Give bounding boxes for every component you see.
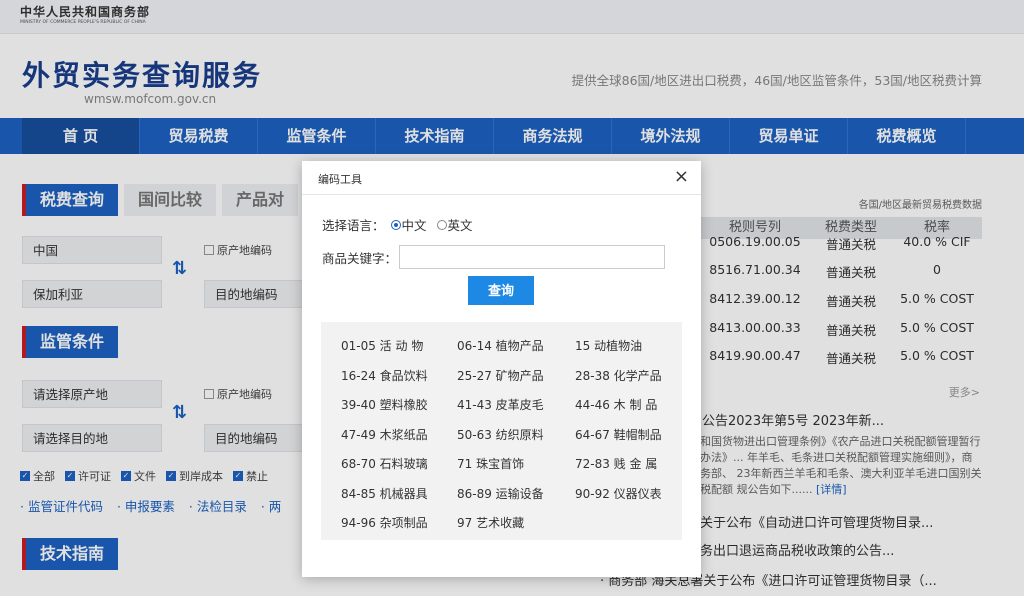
keyword-row: 商品关键字： [322, 245, 666, 269]
category-item[interactable]: 44-46 木 制 品 [549, 396, 663, 413]
category-item[interactable]: 90-92 仪器仪表 [549, 485, 663, 502]
category-item[interactable]: 16-24 食品饮料 [321, 367, 435, 384]
language-row: 选择语言： 中文 英文 [322, 215, 473, 234]
category-item[interactable]: 94-96 杂项制品 [321, 514, 435, 531]
category-item[interactable]: 06-14 植物产品 [435, 337, 549, 354]
language-label: 选择语言： [322, 218, 385, 233]
category-item[interactable]: 97 艺术收藏 [435, 514, 549, 531]
category-item[interactable]: 28-38 化学产品 [549, 367, 663, 384]
dialog-title: 编码工具 [318, 173, 362, 186]
radio-english[interactable] [436, 219, 447, 230]
query-button[interactable]: 查询 [468, 276, 534, 305]
category-item[interactable]: 41-43 皮革皮毛 [435, 396, 549, 413]
keyword-input[interactable] [399, 245, 666, 269]
category-item[interactable]: 84-85 机械器具 [321, 485, 435, 502]
radio-chinese[interactable] [390, 219, 401, 230]
dialog-header: 编码工具 × [302, 161, 701, 195]
category-item[interactable]: 25-27 矿物产品 [435, 367, 549, 384]
category-item[interactable]: 72-83 贱 金 属 [549, 455, 663, 472]
close-icon[interactable]: × [674, 167, 689, 187]
radio-english-label[interactable]: 英文 [448, 215, 473, 234]
category-item[interactable]: 64-67 鞋帽制品 [549, 426, 663, 443]
code-tool-dialog: 编码工具 × 选择语言： 中文 英文 商品关键字： 查询 01-05 活 动 物… [302, 161, 701, 577]
category-grid: 01-05 活 动 物 06-14 植物产品 15 动植物油 16-24 食品饮料 2… [321, 322, 682, 540]
category-item[interactable]: 47-49 木浆纸品 [321, 426, 435, 443]
keyword-label: 商品关键字： [322, 250, 398, 266]
radio-chinese-label[interactable]: 中文 [402, 215, 427, 234]
category-item[interactable]: 15 动植物油 [549, 337, 663, 354]
category-item[interactable]: 39-40 塑料橡胶 [321, 396, 435, 413]
category-item[interactable]: 71 珠宝首饰 [435, 455, 549, 472]
category-item[interactable]: 50-63 纺织原料 [435, 426, 549, 443]
category-item[interactable]: 68-70 石料玻璃 [321, 455, 435, 472]
category-item[interactable]: 86-89 运输设备 [435, 485, 549, 502]
category-item[interactable]: 01-05 活 动 物 [321, 337, 435, 354]
